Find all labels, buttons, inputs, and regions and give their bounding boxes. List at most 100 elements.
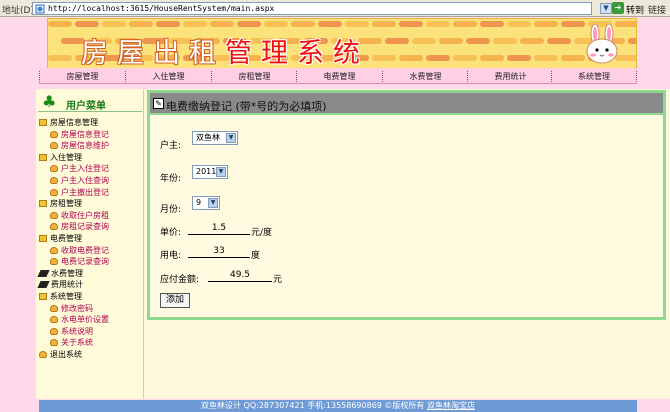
sidebar-item[interactable]: 收取住户房租	[50, 210, 109, 221]
banner-pattern-dot	[534, 21, 558, 27]
nav-water[interactable]: 水费管理	[382, 71, 468, 82]
url-input[interactable]: http://localhost:3615/HouseRentSystem/ma…	[32, 2, 592, 15]
sidebar-item-label: 房租记录查询	[61, 222, 109, 231]
sidebar-item[interactable]: 户主入住查询	[50, 175, 109, 186]
bunny-mascot-icon	[586, 24, 618, 64]
amount-label: 应付金额:	[160, 275, 200, 285]
banner-pattern-dot	[507, 55, 531, 61]
chevron-down-icon[interactable]: ▼	[226, 133, 236, 143]
leaf-icon	[50, 131, 58, 138]
footer-text: 双鱼林设计 QQ:287307421 手机:13558690869 ©版权所有	[201, 401, 425, 410]
banner-pattern-dot	[399, 21, 423, 27]
url-text: http://localhost:3615/HouseRentSystem/ma…	[48, 4, 275, 13]
banner-pattern-dot	[493, 38, 517, 44]
banner-pattern-dot	[547, 38, 571, 44]
sidebar-item[interactable]: 收取电费登记	[50, 245, 109, 256]
sidebar-item[interactable]: 电费记录查询	[50, 256, 109, 267]
sidebar-item[interactable]: 房租记录查询	[50, 221, 109, 232]
leaf-icon	[50, 212, 58, 219]
banner-pattern-dot	[385, 38, 409, 44]
banner-pattern-dot	[345, 21, 369, 27]
year-select[interactable]: 2011 ▼	[192, 165, 228, 179]
menu-header: ♣ 用户菜单	[38, 91, 142, 112]
url-dropdown-icon[interactable]: ▼	[600, 3, 612, 14]
sidebar-item[interactable]: 退出系统	[39, 349, 82, 360]
sidebar-item[interactable]: 户主入住登记	[50, 163, 109, 174]
banner-pattern-dot	[264, 21, 288, 27]
page-icon	[35, 4, 45, 14]
sidebar: ♣ 用户菜单 房屋信息管理 房屋信息登记 房屋信息维护 入住管理 户主入住登记 户主入住查…	[36, 89, 144, 399]
sidebar-item-label: 收取电费登记	[61, 246, 109, 255]
banner-pattern-dot	[102, 21, 126, 27]
leaf-icon	[50, 223, 58, 230]
go-arrow-icon[interactable]: ➔	[612, 2, 624, 14]
sidebar-item[interactable]: 房屋信息登记	[50, 129, 109, 140]
sidebar-item[interactable]: 户主撤出登记	[50, 187, 109, 198]
sidebar-item[interactable]: 系统说明	[50, 326, 93, 337]
sidebar-item[interactable]: 房屋信息管理	[39, 117, 98, 128]
footer-shop-link[interactable]: 双鱼林淘宝店	[427, 401, 475, 410]
usage-input[interactable]: 33	[188, 246, 250, 258]
usage-label: 用电:	[160, 251, 182, 261]
sidebar-item[interactable]: 房屋信息维护	[50, 140, 109, 151]
banner-pattern-dot	[372, 21, 396, 27]
year-label: 年份:	[160, 174, 182, 184]
banner-pattern-dot	[439, 38, 463, 44]
year-value: 2011	[196, 167, 217, 176]
go-button[interactable]: 转到	[626, 3, 644, 16]
sidebar-item[interactable]: 费用统计	[37, 279, 83, 290]
sidebar-item[interactable]: 系统管理	[39, 291, 82, 302]
amount-unit: 元	[273, 275, 283, 285]
chevron-down-icon[interactable]: ▼	[216, 167, 226, 177]
sidebar-item[interactable]: 电费管理	[39, 233, 82, 244]
form-title: 电费缴纳登记 (带*号的为必填项)	[166, 100, 327, 113]
links-button[interactable]: 链接	[648, 3, 666, 16]
pencil-icon	[37, 270, 50, 277]
banner-pattern-dot	[480, 55, 504, 61]
banner-pattern-dot	[48, 55, 72, 61]
nav-electric[interactable]: 电费管理	[296, 71, 382, 82]
banner-pattern-dot	[412, 38, 436, 44]
nav-checkin[interactable]: 入住管理	[125, 71, 211, 82]
nav-rent[interactable]: 房租管理	[211, 71, 297, 82]
sidebar-item[interactable]: 关于系统	[50, 337, 93, 348]
sidebar-item-label: 水费管理	[51, 269, 83, 278]
leaf-icon	[50, 189, 58, 196]
chevron-down-icon[interactable]: ▼	[208, 198, 218, 208]
price-label: 单价:	[160, 228, 182, 238]
month-select[interactable]: 9 ▼	[192, 196, 220, 210]
owner-select[interactable]: 双鱼林 ▼	[192, 131, 238, 145]
leaf-icon	[50, 177, 58, 184]
banner-pattern-dot	[399, 55, 423, 61]
sidebar-item-label: 系统说明	[61, 327, 93, 336]
address-label: 地址(D)	[2, 6, 34, 16]
sidebar-item[interactable]: 房租管理	[39, 198, 82, 209]
sidebar-item-label: 系统管理	[50, 292, 82, 301]
price-unit: 元/度	[251, 228, 273, 238]
leaf-icon	[50, 165, 58, 172]
banner-pattern-dot	[183, 21, 207, 27]
owner-value: 双鱼林	[196, 133, 220, 142]
sidebar-item-label: 水电单价设置	[61, 315, 109, 324]
banner-pattern-dot	[156, 21, 180, 27]
sidebar-item[interactable]: 水电单价设置	[50, 314, 109, 325]
banner-pattern-dot	[628, 38, 636, 44]
price-input[interactable]: 1.5	[188, 223, 250, 235]
add-button[interactable]: 添加	[160, 293, 190, 308]
sidebar-item[interactable]: 修改密码	[50, 303, 93, 314]
site-title-part1: 房屋出租	[81, 38, 225, 69]
leaf-icon	[50, 247, 58, 254]
nav-stats[interactable]: 费用统计	[467, 71, 553, 82]
sidebar-item[interactable]: 入住管理	[39, 152, 82, 163]
banner-pattern-dot	[426, 21, 450, 27]
banner-pattern-dot	[453, 21, 477, 27]
leaf-icon	[39, 351, 47, 358]
site-title: 房屋出租管理系统	[81, 31, 369, 69]
leaf-icon	[50, 305, 58, 312]
sidebar-item[interactable]: 水费管理	[37, 268, 83, 279]
amount-input[interactable]: 49.5	[208, 270, 272, 282]
banner-pattern-dot	[466, 38, 490, 44]
nav-house[interactable]: 房屋管理	[39, 71, 125, 82]
nav-system[interactable]: 系统管理	[551, 71, 637, 82]
leaf-icon	[50, 258, 58, 265]
